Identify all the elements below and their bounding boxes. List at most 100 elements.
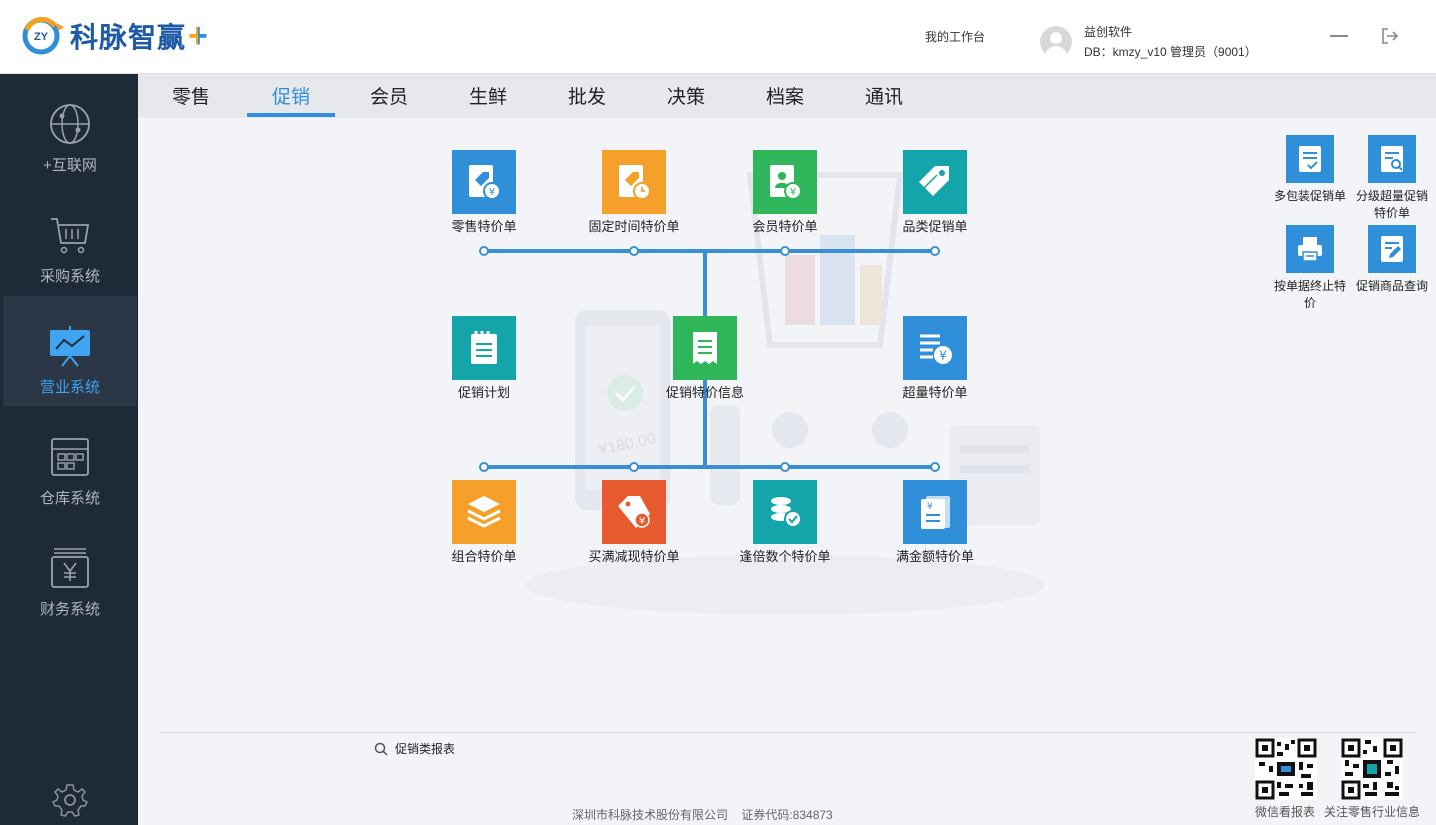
tags-icon bbox=[919, 166, 949, 196]
logo-text: 科脉智赢 bbox=[70, 22, 187, 53]
notepad-icon bbox=[471, 331, 497, 364]
app-header: ZY 科脉智赢 + 我的工作台 益创软件 DB：kmzy_v10 管理员（900… bbox=[0, 0, 1436, 74]
member-card-icon: ¥ bbox=[770, 165, 802, 200]
connector-node bbox=[780, 462, 790, 472]
logo-badge-icon: ZY bbox=[22, 16, 64, 55]
connector-node bbox=[930, 462, 940, 472]
tile-label: 逢倍数个特价单 bbox=[739, 549, 831, 564]
tile-label: 促销计划 bbox=[457, 385, 511, 400]
invoice-icon: ¥ bbox=[921, 496, 950, 529]
promotion-reports-link[interactable]: 促销类报表 bbox=[374, 740, 455, 757]
connector-bottom bbox=[484, 465, 936, 469]
minimize-button[interactable] bbox=[1330, 35, 1348, 37]
document-check-icon bbox=[1299, 146, 1321, 172]
promotion-goods-query-button[interactable] bbox=[1368, 225, 1416, 273]
tile-label: 组合特价单 bbox=[451, 549, 517, 564]
category-promotion-button[interactable] bbox=[903, 150, 967, 214]
promotion-info-button[interactable] bbox=[673, 316, 737, 380]
tab-decision[interactable]: 决策 bbox=[642, 74, 730, 118]
tile-label: 固定时间特价单 bbox=[588, 219, 680, 234]
svg-text:¥: ¥ bbox=[489, 187, 495, 198]
gear-icon[interactable] bbox=[51, 782, 89, 818]
tile-label: 买满减现特价单 bbox=[588, 549, 680, 564]
member-special-price-button[interactable]: ¥ bbox=[753, 150, 817, 214]
logout-icon[interactable] bbox=[1380, 26, 1400, 46]
user-db-info: DB：kmzy_v10 管理员（9001） bbox=[1084, 45, 1257, 59]
tab-promotion[interactable]: 促销 bbox=[247, 74, 335, 118]
logo-plus: + bbox=[188, 17, 208, 55]
connector-node bbox=[479, 462, 489, 472]
sidebar-item-label: 仓库系统 bbox=[39, 490, 100, 507]
tile-label: 促销特价信息 bbox=[665, 385, 745, 400]
finance-icon bbox=[48, 546, 92, 590]
connector-vertical-top bbox=[703, 251, 707, 316]
user-avatar[interactable] bbox=[1040, 26, 1072, 58]
quick-label: 按单据终止特价 bbox=[1273, 279, 1346, 310]
tag-clock-icon bbox=[619, 165, 651, 200]
quick-label: 多包装促销单 bbox=[1273, 189, 1346, 203]
sidebar-item-finance[interactable]: 财务系统 bbox=[3, 518, 137, 628]
sidebar-item-purchase[interactable]: 采购系统 bbox=[3, 185, 137, 295]
tile-label: 品类促销单 bbox=[902, 219, 968, 234]
svg-text:¥: ¥ bbox=[639, 516, 645, 527]
printer-icon bbox=[1298, 237, 1322, 262]
multi-pack-promotion-button[interactable] bbox=[1286, 135, 1334, 183]
terminate-by-document-button[interactable] bbox=[1286, 225, 1334, 273]
connector-node bbox=[629, 462, 639, 472]
promotion-plan-button[interactable] bbox=[452, 316, 516, 380]
qr-label: 微信看报表 bbox=[1255, 805, 1316, 819]
search-icon bbox=[374, 742, 388, 756]
tab-wholesale[interactable]: 批发 bbox=[543, 74, 631, 118]
retail-news-qr-code bbox=[1341, 738, 1403, 800]
workbench-link[interactable]: 我的工作台 bbox=[925, 28, 985, 45]
tile-label: 超量特价单 bbox=[902, 385, 968, 400]
sidebar-item-warehouse[interactable]: 仓库系统 bbox=[3, 407, 137, 517]
tab-retail[interactable]: 零售 bbox=[147, 74, 235, 118]
coins-check-icon bbox=[771, 497, 802, 528]
sidebar-item-label: 财务系统 bbox=[39, 601, 100, 618]
globe-icon bbox=[48, 102, 92, 146]
tab-fresh[interactable]: 生鲜 bbox=[444, 74, 532, 118]
tab-archive[interactable]: 档案 bbox=[741, 74, 829, 118]
price-tag-doc-icon: ¥ bbox=[469, 165, 501, 200]
excess-special-price-button[interactable]: ¥ bbox=[903, 316, 967, 380]
connector-top bbox=[484, 249, 936, 253]
warehouse-icon bbox=[48, 435, 92, 479]
connector-node bbox=[780, 246, 790, 256]
full-amount-special-price-button[interactable]: ¥ bbox=[903, 480, 967, 544]
user-name: 益创软件 bbox=[1084, 25, 1133, 39]
sidebar-item-label: +互联网 bbox=[43, 157, 97, 174]
combo-special-price-button[interactable] bbox=[452, 480, 516, 544]
receipt-icon bbox=[693, 332, 717, 364]
fixed-time-special-price-button[interactable] bbox=[602, 150, 666, 214]
document-edit-icon bbox=[1381, 236, 1403, 262]
document-search-icon bbox=[1381, 146, 1403, 172]
tile-label: 会员特价单 bbox=[752, 219, 818, 234]
divider bbox=[160, 732, 1416, 733]
connector-node bbox=[629, 246, 639, 256]
wechat-report-qr-code bbox=[1255, 738, 1317, 800]
module-tabs: 零售 促销 会员 生鲜 批发 决策 档案 通讯 bbox=[138, 74, 1436, 118]
quick-label: 分级超量促销特价单 bbox=[1355, 189, 1428, 220]
tile-label: 满金额特价单 bbox=[895, 549, 975, 564]
full-reduction-special-price-button[interactable]: ¥ bbox=[602, 480, 666, 544]
multiple-count-special-price-button[interactable] bbox=[753, 480, 817, 544]
tile-label: 零售特价单 bbox=[451, 219, 517, 234]
sidebar-item-internet[interactable]: +互联网 bbox=[3, 74, 137, 184]
tab-communication[interactable]: 通讯 bbox=[840, 74, 928, 118]
quick-label: 促销商品查询 bbox=[1355, 279, 1428, 293]
svg-text:¥: ¥ bbox=[790, 187, 796, 198]
report-link-label: 促销类报表 bbox=[395, 742, 456, 756]
presentation-chart-icon bbox=[48, 324, 92, 368]
connector-node bbox=[930, 246, 940, 256]
app-logo: ZY 科脉智赢 + bbox=[22, 16, 208, 56]
sidebar-item-business[interactable]: 营业系统 bbox=[3, 296, 137, 406]
tab-member[interactable]: 会员 bbox=[345, 74, 433, 118]
sidebar: +互联网 采购系统 营业系统 仓库系统 财务系统 bbox=[0, 74, 138, 825]
tiered-excess-promotion-button[interactable] bbox=[1368, 135, 1416, 183]
connector-node bbox=[479, 246, 489, 256]
layers-icon bbox=[467, 496, 501, 528]
cart-icon bbox=[48, 213, 92, 257]
company-info: 深圳市科脉技术股份有限公司 证券代码:834873 bbox=[572, 808, 833, 822]
retail-special-price-button[interactable]: ¥ bbox=[452, 150, 516, 214]
